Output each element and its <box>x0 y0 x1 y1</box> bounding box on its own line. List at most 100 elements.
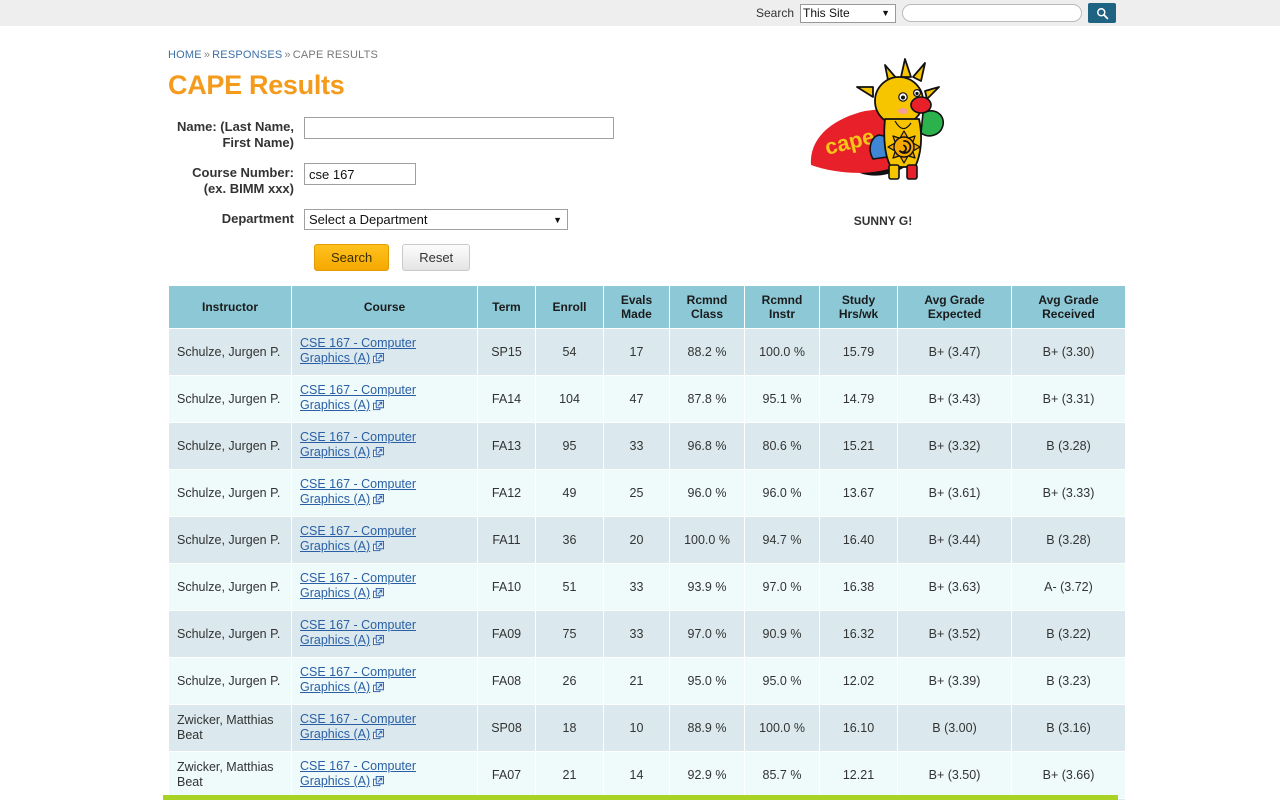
cell-grade-received: B (3.28) <box>1012 423 1125 469</box>
cell-grade-received: B (3.23) <box>1012 658 1125 704</box>
sunny-g-mascot-icon: cape <box>793 57 973 207</box>
column-header-0: Instructor <box>169 286 291 328</box>
cell-study-hrs: 12.21 <box>820 752 897 798</box>
cell-instructor: Schulze, Jurgen P. <box>169 517 291 563</box>
cape-results-table: InstructorCourseTermEnrollEvalsMadeRcmnd… <box>168 285 1126 800</box>
column-header-8: Avg GradeExpected <box>898 286 1011 328</box>
header-line1: Study <box>842 293 875 307</box>
external-link-icon <box>373 447 384 462</box>
course-link[interactable]: CSE 167 - Computer Graphics (A) <box>300 477 416 506</box>
breadcrumb-item-responses[interactable]: RESPONSES <box>212 49 282 61</box>
external-link-icon <box>373 776 384 791</box>
form-buttons: Search Reset <box>314 244 638 271</box>
table-row: Schulze, Jurgen P. CSE 167 - Computer Gra… <box>169 611 1125 657</box>
header-line1: Rcmnd <box>687 293 728 307</box>
header-line1: Avg Grade <box>1038 293 1098 307</box>
table-row: Schulze, Jurgen P.CSE 167 - Computer Gra… <box>169 329 1125 375</box>
course-number-input[interactable] <box>304 163 416 185</box>
column-header-6: RcmndInstr <box>745 286 819 328</box>
course-label-line2: (ex. BIMM xxx) <box>204 181 294 196</box>
column-header-7: StudyHrs/wk <box>820 286 897 328</box>
course-field-label: Course Number: (ex. BIMM xxx) <box>168 163 304 197</box>
cell-grade-received: B+ (3.30) <box>1012 329 1125 375</box>
external-link-icon <box>373 494 384 509</box>
external-link-icon <box>373 353 384 368</box>
breadcrumb-item-current: CAPE RESULTS <box>293 49 378 61</box>
cell-rcmnd-class: 87.8 % <box>670 376 744 422</box>
name-input[interactable] <box>304 117 614 139</box>
cell-instructor: Schulze, Jurgen P. <box>169 470 291 516</box>
course-link[interactable]: CSE 167 - Computer Graphics (A) <box>300 618 416 647</box>
cell-instructor: Schulze, Jurgen P. <box>169 611 291 657</box>
column-header-4: EvalsMade <box>604 286 669 328</box>
page-container: HOME»RESPONSES»CAPE RESULTS CAPE Results… <box>0 49 1280 800</box>
cell-evals-made: 33 <box>604 564 669 610</box>
search-scope-select[interactable]: This Site <box>800 4 896 23</box>
cell-rcmnd-class: 92.9 % <box>670 752 744 798</box>
department-select[interactable]: Select a Department <box>304 209 568 230</box>
cell-enroll: 18 <box>536 705 603 751</box>
cell-instructor: Schulze, Jurgen P. <box>169 564 291 610</box>
search-icon <box>1096 7 1109 20</box>
cell-term: FA09 <box>478 611 535 657</box>
cell-enroll: 51 <box>536 564 603 610</box>
external-link-icon <box>373 635 384 650</box>
search-submit-button[interactable] <box>1088 3 1116 23</box>
cell-study-hrs: 13.67 <box>820 470 897 516</box>
course-label-line1: Course Number: <box>192 165 294 180</box>
cell-rcmnd-class: 88.2 % <box>670 329 744 375</box>
cell-term: SP15 <box>478 329 535 375</box>
name-label-line2: First Name) <box>222 135 294 150</box>
cell-enroll: 104 <box>536 376 603 422</box>
cell-term: FA07 <box>478 752 535 798</box>
cell-course[interactable]: CSE 167 - Computer Graphics (A) <box>292 423 477 469</box>
search-button[interactable]: Search <box>314 244 389 271</box>
course-link[interactable]: CSE 167 - Computer Graphics (A) <box>300 665 416 694</box>
cell-enroll: 75 <box>536 611 603 657</box>
cell-enroll: 95 <box>536 423 603 469</box>
breadcrumb-separator-2: » <box>282 49 292 61</box>
name-field-label: Name: (Last Name, First Name) <box>168 117 304 151</box>
breadcrumb-separator: » <box>202 49 212 61</box>
cell-course[interactable]: CSE 167 - Computer Graphics (A) <box>292 517 477 563</box>
cell-course[interactable]: CSE 167 - Computer Graphics (A) <box>292 752 477 798</box>
cell-grade-received: B (3.22) <box>1012 611 1125 657</box>
form-row-course: Course Number: (ex. BIMM xxx) <box>168 163 638 197</box>
cell-rcmnd-instr: 80.6 % <box>745 423 819 469</box>
cell-rcmnd-instr: 100.0 % <box>745 329 819 375</box>
cell-course[interactable]: CSE 167 - Computer Graphics (A) <box>292 658 477 704</box>
cell-course[interactable]: CSE 167 - Computer Graphics (A) <box>292 470 477 516</box>
cell-grade-received: B (3.28) <box>1012 517 1125 563</box>
cell-course[interactable]: CSE 167 - Computer Graphics (A) <box>292 329 477 375</box>
course-link[interactable]: CSE 167 - Computer Graphics (A) <box>300 430 416 459</box>
cell-course[interactable]: CSE 167 - Computer Graphics (A) <box>292 376 477 422</box>
cell-term: FA10 <box>478 564 535 610</box>
breadcrumb-item-home[interactable]: HOME <box>168 49 202 61</box>
cell-grade-expected: B (3.00) <box>898 705 1011 751</box>
table-row: Zwicker, Matthias BeatCSE 167 - Computer… <box>169 752 1125 798</box>
reset-button[interactable]: Reset <box>402 244 470 271</box>
department-select-wrap: Select a Department ▼ <box>304 209 568 230</box>
cell-course[interactable]: CSE 167 - Computer Graphics (A) <box>292 705 477 751</box>
cell-course[interactable]: CSE 167 - Computer Graphics (A) <box>292 611 477 657</box>
external-link-icon <box>373 541 384 556</box>
cell-rcmnd-instr: 94.7 % <box>745 517 819 563</box>
results-table-head: InstructorCourseTermEnrollEvalsMadeRcmnd… <box>169 286 1125 328</box>
breadcrumb: HOME»RESPONSES»CAPE RESULTS <box>168 49 1280 61</box>
cell-grade-expected: B+ (3.47) <box>898 329 1011 375</box>
cell-course[interactable]: CSE 167 - Computer Graphics (A) <box>292 564 477 610</box>
course-link[interactable]: CSE 167 - Computer Graphics (A) <box>300 571 416 600</box>
course-link[interactable]: CSE 167 - Computer Graphics (A) <box>300 383 416 412</box>
cell-evals-made: 17 <box>604 329 669 375</box>
cell-enroll: 26 <box>536 658 603 704</box>
cell-evals-made: 33 <box>604 423 669 469</box>
course-link[interactable]: CSE 167 - Computer Graphics (A) <box>300 712 416 741</box>
cell-rcmnd-instr: 95.1 % <box>745 376 819 422</box>
search-input[interactable] <box>902 4 1082 22</box>
course-link[interactable]: CSE 167 - Computer Graphics (A) <box>300 336 416 365</box>
course-link[interactable]: CSE 167 - Computer Graphics (A) <box>300 524 416 553</box>
course-link[interactable]: CSE 167 - Computer Graphics (A) <box>300 759 416 788</box>
cell-evals-made: 20 <box>604 517 669 563</box>
cell-grade-received: B+ (3.31) <box>1012 376 1125 422</box>
results-header-row: InstructorCourseTermEnrollEvalsMadeRcmnd… <box>169 286 1125 328</box>
